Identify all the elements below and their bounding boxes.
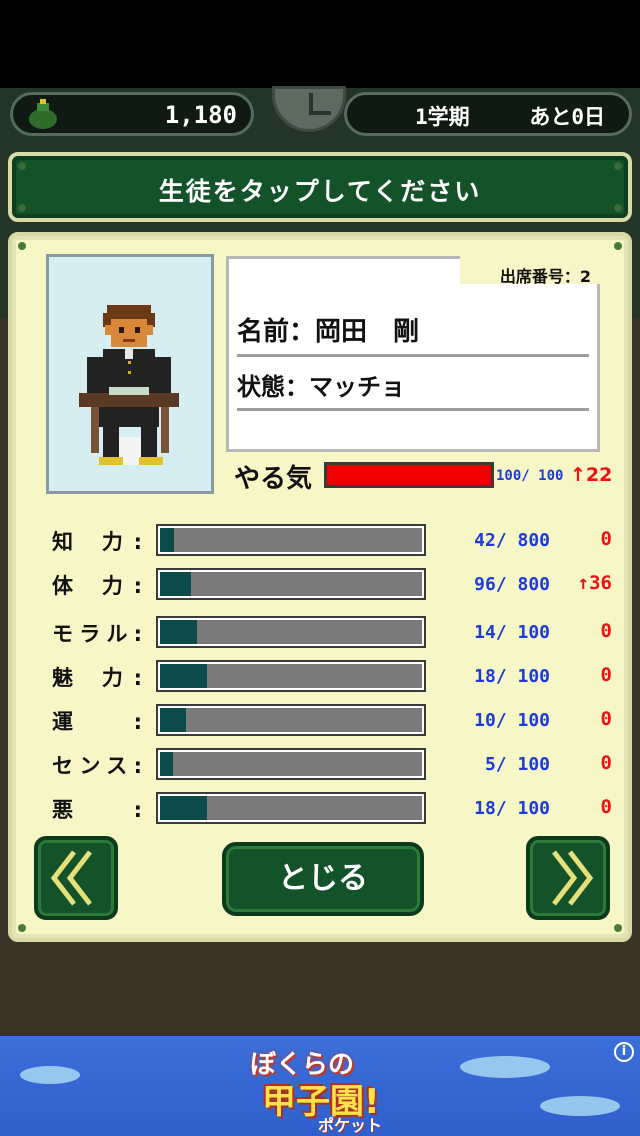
stat-row-charm: 魅 力: 18/ 100 0 <box>12 660 636 692</box>
days-left-label: あと0日 <box>529 105 605 129</box>
stat-row-stamina: 体 力: 96/ 800 ↑36 <box>12 568 636 600</box>
cloud-decoration <box>540 1096 620 1116</box>
stat-delta: ↑36 <box>577 572 612 594</box>
stat-row-morale: モラル: 14/ 100 0 <box>12 616 636 648</box>
stat-delta: 0 <box>600 708 612 730</box>
close-button[interactable]: とじる <box>222 842 424 916</box>
stat-delta: 0 <box>600 664 612 686</box>
stat-row-intelligence: 知 力: 42/ 800 0 <box>12 524 636 556</box>
stat-value: 18/ 100 <box>474 666 550 687</box>
attendance-number: 出席番号：2 <box>499 267 591 286</box>
motivation-value: 100/ 100 <box>496 468 564 484</box>
stat-bar-fill <box>160 620 197 644</box>
info-icon[interactable]: i <box>614 1042 634 1062</box>
stat-bar <box>156 524 426 556</box>
status-row: 状態：マッチョ <box>237 367 589 411</box>
stat-bar-fill <box>160 708 187 732</box>
stat-bar <box>156 704 426 736</box>
stat-bar-fill <box>160 572 192 596</box>
stat-row-luck: 運 : 10/ 100 0 <box>12 704 636 736</box>
stat-bar <box>156 568 426 600</box>
student-portrait <box>46 254 214 494</box>
term-display: 1学期 あと0日 <box>344 92 632 136</box>
motivation-label: やる気 <box>234 464 313 494</box>
money-bag-icon <box>29 99 57 129</box>
stat-row-sense: センス: 5/ 100 0 <box>12 748 636 780</box>
semester-label: 1学期 <box>415 105 470 129</box>
student-name: 名前：岡田 剛 <box>237 317 420 347</box>
motivation-delta: ↑22 <box>570 464 613 486</box>
stat-value: 96/ 800 <box>474 574 550 595</box>
motivation-bar <box>324 462 494 488</box>
stat-value: 14/ 100 <box>474 622 550 643</box>
stat-value: 42/ 800 <box>474 530 550 551</box>
student-sprite <box>79 305 179 465</box>
instruction-text: 生徒をタップしてください <box>158 177 482 206</box>
stat-delta: 0 <box>600 796 612 818</box>
stat-label: モラル: <box>52 622 142 646</box>
money-display: 1,180 <box>10 92 254 136</box>
stat-label: 悪 : <box>52 798 142 822</box>
status-bar-area <box>0 0 640 88</box>
stat-bar-fill <box>160 664 208 688</box>
stat-label: 体 力: <box>52 574 142 598</box>
stat-bar-fill <box>160 796 208 820</box>
cloud-decoration <box>20 1066 80 1084</box>
stat-delta: 0 <box>600 528 612 550</box>
instruction-banner: 生徒をタップしてください <box>8 152 632 222</box>
stat-bar <box>156 748 426 780</box>
stat-bar-fill <box>160 528 174 552</box>
stat-delta: 0 <box>600 752 612 774</box>
next-student-button[interactable] <box>526 836 610 920</box>
stat-label: 知 力: <box>52 530 142 554</box>
student-status-panel: 出席番号：2 名前：岡田 剛 状態：マッチョ やる気 100/ 100 ↑22 … <box>8 232 632 942</box>
double-chevron-right-icon <box>552 850 594 906</box>
stat-bar <box>156 660 426 692</box>
ad-logo-line3: ポケット <box>318 1116 383 1135</box>
stat-value: 10/ 100 <box>474 710 550 731</box>
stat-bar-fill <box>160 752 174 776</box>
student-info-card: 出席番号：2 名前：岡田 剛 状態：マッチョ <box>226 256 600 452</box>
money-value: 1,180 <box>164 101 237 129</box>
stat-delta: 0 <box>600 620 612 642</box>
stat-row-evil: 悪 : 18/ 100 0 <box>12 792 636 824</box>
double-chevron-left-icon <box>50 850 92 906</box>
motivation-bar-fill <box>327 465 491 485</box>
stat-value: 18/ 100 <box>474 798 550 819</box>
previous-student-button[interactable] <box>34 836 118 920</box>
stat-bar <box>156 616 426 648</box>
stat-label: 運 : <box>52 710 142 734</box>
student-status: 状態：マッチョ <box>237 373 405 401</box>
cloud-decoration <box>460 1056 550 1078</box>
name-row: 名前：岡田 剛 <box>237 313 589 357</box>
ad-banner[interactable]: ぼくらの 甲子園! ポケット i <box>0 1036 640 1136</box>
stat-value: 5/ 100 <box>484 754 550 775</box>
stat-label: 魅 力: <box>52 666 142 690</box>
stat-bar <box>156 792 426 824</box>
stat-label: センス: <box>52 754 142 778</box>
